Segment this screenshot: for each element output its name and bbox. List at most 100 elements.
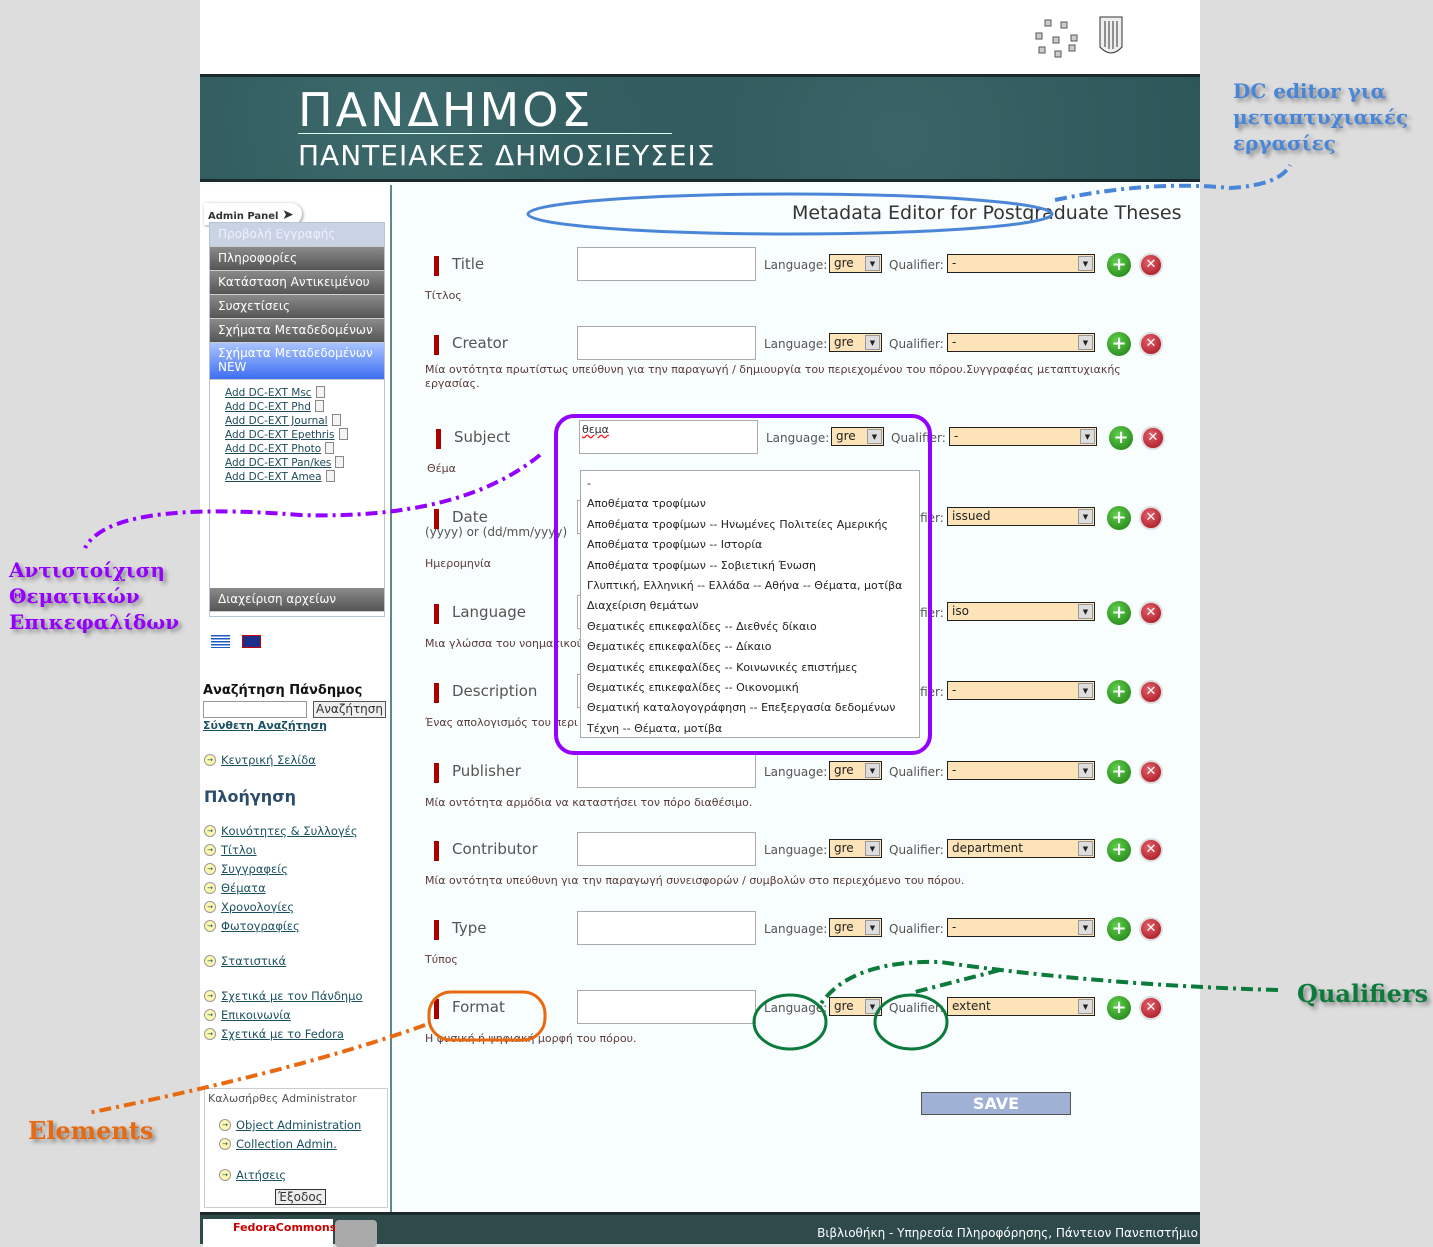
qualifier-select[interactable]: - ▼: [947, 761, 1095, 780]
value-textarea[interactable]: [577, 911, 756, 945]
remove-icon[interactable]: ✕: [1139, 253, 1163, 277]
chevron-down-icon[interactable]: ▼: [865, 920, 880, 935]
qualifier-select[interactable]: issued ▼: [947, 507, 1095, 526]
chevron-down-icon[interactable]: ▼: [1078, 335, 1093, 350]
suggestion-item[interactable]: Αποθέματα τροφίμων -- Σοβιετική Ένωση: [581, 557, 919, 577]
greek-flag-icon[interactable]: [211, 635, 230, 648]
language-select[interactable]: gre ▼: [829, 839, 882, 858]
qualifier-select[interactable]: - ▼: [949, 427, 1097, 446]
language-select[interactable]: gre ▼: [831, 427, 884, 446]
chevron-down-icon[interactable]: ▼: [865, 841, 880, 856]
remove-icon[interactable]: ✕: [1139, 601, 1163, 625]
remove-icon[interactable]: ✕: [1139, 680, 1163, 704]
menu-item[interactable]: Προβολή Εγγραφής: [210, 223, 384, 247]
language-select[interactable]: gre ▼: [829, 918, 882, 937]
menu-item[interactable]: Συσχετίσεις: [210, 295, 384, 319]
add-dc-ext-link[interactable]: Add DC-EXT Phd: [225, 400, 384, 414]
sidebar-nav-link[interactable]: → Φωτογραφίες: [200, 919, 390, 938]
value-textarea[interactable]: [577, 832, 756, 866]
suggestion-item[interactable]: Θεματικές επικεφαλίδες -- Οικονομική: [581, 679, 919, 699]
suggestion-item[interactable]: Θεματικές επικεφαλίδες -- Κοινωνικές επι…: [581, 659, 919, 679]
add-dc-ext-link[interactable]: Add DC-EXT Epethris: [225, 428, 384, 442]
chevron-down-icon[interactable]: ▼: [865, 256, 880, 271]
value-textarea[interactable]: θεμα: [579, 420, 758, 454]
value-textarea[interactable]: [577, 754, 756, 788]
sidebar-nav-link[interactable]: → Collection Admin.: [215, 1137, 387, 1156]
value-textarea[interactable]: [577, 326, 756, 360]
sidebar-nav-link[interactable]: → Κοινότητες & Συλλογές: [200, 824, 390, 843]
suggestion-item[interactable]: Τέχνη -- Θέματα, μοτίβα: [581, 720, 919, 740]
remove-icon[interactable]: ✕: [1141, 426, 1165, 450]
sidebar-nav-link[interactable]: → Object Administration: [215, 1118, 387, 1137]
suggestion-item[interactable]: Διαχείριση θεμάτων: [581, 597, 919, 617]
chevron-down-icon[interactable]: ▼: [1078, 256, 1093, 271]
suggestion-item[interactable]: Αποθέματα τροφίμων -- Ηνωμένες Πολιτείες…: [581, 516, 919, 536]
add-dc-ext-link[interactable]: Add DC-EXT Journal: [225, 414, 384, 428]
menu-item[interactable]: Πληροφορίες: [210, 247, 384, 271]
value-textarea[interactable]: [577, 990, 756, 1024]
advanced-search-link[interactable]: Σύνθετη Αναζήτηση: [203, 719, 327, 732]
language-select[interactable]: gre ▼: [829, 254, 882, 273]
add-dc-ext-link[interactable]: Add DC-EXT Amea: [225, 470, 384, 484]
logout-button[interactable]: Έξοδος: [275, 1189, 326, 1205]
sidebar-nav-link[interactable]: → Επικοινωνία: [200, 1008, 390, 1027]
remove-icon[interactable]: ✕: [1139, 917, 1163, 941]
suggestion-item[interactable]: Γλυπτική, Ελληνική -- Ελλάδα -- Αθήνα --…: [581, 577, 919, 597]
menu-item-metadata-new[interactable]: Σχήματα Μεταδεδομένων NEW: [210, 343, 384, 380]
chevron-down-icon[interactable]: ▼: [867, 429, 882, 444]
remove-icon[interactable]: ✕: [1139, 506, 1163, 530]
remove-icon[interactable]: ✕: [1139, 838, 1163, 862]
chevron-down-icon[interactable]: ▼: [1078, 999, 1093, 1014]
sidebar-nav-link[interactable]: → Σχετικά με τον Πάνδημο: [200, 989, 390, 1008]
sidebar-nav-link[interactable]: → Κεντρική Σελίδα: [200, 753, 390, 772]
menu-item[interactable]: Κατάσταση Αντικειμένου: [210, 271, 384, 295]
sidebar-nav-link[interactable]: → Στατιστικά: [200, 954, 390, 973]
suggestion-item[interactable]: Θεματικές επικεφαλίδες -- Δίκαιο: [581, 638, 919, 658]
search-input[interactable]: [203, 701, 307, 718]
language-select[interactable]: gre ▼: [829, 333, 882, 352]
add-icon[interactable]: +: [1107, 506, 1131, 530]
suggestion-item[interactable]: Θεματική καταλογογράφηση -- Επεξεργασία …: [581, 699, 919, 719]
menu-item-file-management[interactable]: Διαχείριση αρχείων: [210, 588, 384, 612]
qualifier-select[interactable]: - ▼: [947, 333, 1095, 352]
remove-icon[interactable]: ✕: [1139, 760, 1163, 784]
search-button[interactable]: Αναζήτηση: [313, 701, 386, 718]
add-dc-ext-link[interactable]: Add DC-EXT Msc: [225, 386, 384, 400]
qualifier-select[interactable]: - ▼: [947, 681, 1095, 700]
chevron-down-icon[interactable]: ▼: [1078, 763, 1093, 778]
add-icon[interactable]: +: [1107, 332, 1131, 356]
chevron-down-icon[interactable]: ▼: [1078, 604, 1093, 619]
uk-flag-icon[interactable]: [242, 635, 261, 648]
add-icon[interactable]: +: [1107, 838, 1131, 862]
save-button[interactable]: SAVE: [921, 1092, 1071, 1115]
chevron-down-icon[interactable]: ▼: [1078, 683, 1093, 698]
chevron-down-icon[interactable]: ▼: [1078, 920, 1093, 935]
sidebar-nav-link[interactable]: → Χρονολογίες: [200, 900, 390, 919]
suggestion-item[interactable]: Θεματικές επικεφαλίδες -- Διεθνές δίκαιο: [581, 618, 919, 638]
language-select[interactable]: gre ▼: [829, 761, 882, 780]
add-dc-ext-link[interactable]: Add DC-EXT Photo: [225, 442, 384, 456]
qualifier-select[interactable]: iso ▼: [947, 602, 1095, 621]
chevron-down-icon[interactable]: ▼: [1078, 841, 1093, 856]
sidebar-nav-link[interactable]: → Σχετικά με το Fedora: [200, 1027, 390, 1046]
suggestion-item[interactable]: Αποθέματα τροφίμων -- Ιστορία: [581, 536, 919, 556]
add-icon[interactable]: +: [1107, 680, 1131, 704]
add-dc-ext-link[interactable]: Add DC-EXT Pan/kes: [225, 456, 384, 470]
chevron-down-icon[interactable]: ▼: [865, 999, 880, 1014]
chevron-down-icon[interactable]: ▼: [1080, 429, 1095, 444]
qualifier-select[interactable]: department ▼: [947, 839, 1095, 858]
sidebar-nav-link[interactable]: → Συγγραφείς: [200, 862, 390, 881]
qualifier-select[interactable]: - ▼: [947, 254, 1095, 273]
remove-icon[interactable]: ✕: [1139, 996, 1163, 1020]
add-icon[interactable]: +: [1107, 760, 1131, 784]
suggestion-item[interactable]: Αποθέματα τροφίμων: [581, 495, 919, 515]
add-icon[interactable]: +: [1107, 601, 1131, 625]
value-textarea[interactable]: [577, 247, 756, 281]
add-icon[interactable]: +: [1109, 426, 1133, 450]
sidebar-nav-link[interactable]: → Αιτήσεις: [215, 1168, 387, 1187]
add-icon[interactable]: +: [1107, 917, 1131, 941]
chevron-down-icon[interactable]: ▼: [865, 335, 880, 350]
menu-item[interactable]: Σχήματα Μεταδεδομένων: [210, 319, 384, 343]
remove-icon[interactable]: ✕: [1139, 332, 1163, 356]
chevron-down-icon[interactable]: ▼: [1078, 509, 1093, 524]
